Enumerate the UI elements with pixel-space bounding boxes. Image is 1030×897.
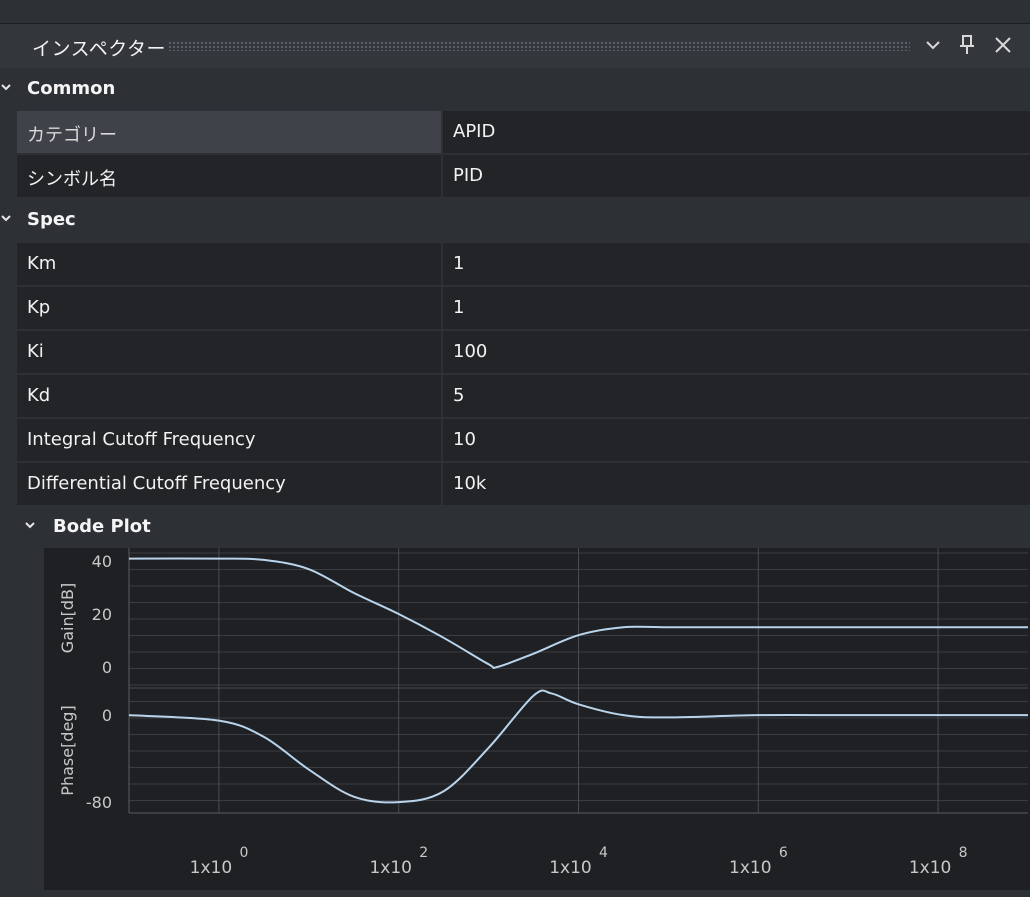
property-value-cell[interactable]: 10k bbox=[443, 463, 1030, 505]
y-tick-label: -80 bbox=[86, 793, 112, 812]
x-tick-label: 1x10 bbox=[909, 858, 952, 878]
x-tick-exponent: 0 bbox=[239, 845, 248, 861]
bode-plot-svg: 40 20 0 Gain[dB] 0 -80 Phase[deg] 1x10 0 1x10 2 1x1… bbox=[58, 548, 1028, 878]
property-key: Kp bbox=[27, 297, 51, 318]
section-bode-plot-label: Bode Plot bbox=[53, 516, 151, 537]
property-value-cell[interactable]: APID bbox=[443, 111, 1030, 153]
chevron-down-icon[interactable] bbox=[0, 80, 14, 96]
property-value-cell[interactable]: PID bbox=[443, 155, 1030, 197]
section-spec-label: Spec bbox=[27, 209, 76, 230]
property-key: Ki bbox=[27, 341, 44, 362]
section-spec[interactable]: Spec bbox=[0, 199, 1030, 242]
section-common[interactable]: Common bbox=[0, 68, 1030, 111]
chevron-down-icon[interactable] bbox=[0, 211, 14, 227]
property-value-cell[interactable]: 1 bbox=[443, 287, 1030, 329]
property-row[interactable]: Km 1 bbox=[17, 243, 1030, 286]
property-row[interactable]: Integral Cutoff Frequency 10 bbox=[17, 419, 1030, 462]
property-value-cell[interactable]: 10 bbox=[443, 419, 1030, 461]
panel-title: インスペクター bbox=[32, 38, 167, 60]
section-common-label: Common bbox=[27, 78, 116, 99]
x-tick-exponent: 4 bbox=[599, 845, 608, 861]
y-axis-label: Gain[dB] bbox=[58, 583, 77, 653]
property-key-cell[interactable]: Kd bbox=[17, 375, 441, 417]
x-tick-label: 1x10 bbox=[369, 858, 412, 878]
section-bode-plot[interactable]: Bode Plot bbox=[0, 506, 1030, 549]
x-tick-exponent: 6 bbox=[779, 845, 788, 861]
property-key-cell[interactable]: Km bbox=[17, 243, 441, 285]
property-key-cell[interactable]: Ki bbox=[17, 331, 441, 373]
property-value: PID bbox=[453, 165, 484, 186]
property-value: 10k bbox=[453, 473, 487, 494]
x-tick-exponent: 8 bbox=[959, 845, 968, 861]
property-value-cell[interactable]: 5 bbox=[443, 375, 1030, 417]
property-row[interactable]: Kd 5 bbox=[17, 375, 1030, 418]
property-key: Differential Cutoff Frequency bbox=[27, 473, 286, 494]
y-tick-label: 40 bbox=[92, 552, 112, 571]
title-drag-grip[interactable] bbox=[168, 41, 910, 51]
property-row[interactable]: Kp 1 bbox=[17, 287, 1030, 330]
chevron-down-icon[interactable] bbox=[24, 518, 38, 534]
property-key-cell[interactable]: Differential Cutoff Frequency bbox=[17, 463, 441, 505]
property-row[interactable]: Ki 100 bbox=[17, 331, 1030, 374]
y-axis-label: Phase[deg] bbox=[58, 705, 77, 795]
property-value: 1 bbox=[453, 297, 465, 318]
x-tick-exponent: 2 bbox=[419, 845, 428, 861]
property-row[interactable]: シンボル名 PID bbox=[17, 155, 1030, 198]
property-row[interactable]: Differential Cutoff Frequency 10k bbox=[17, 463, 1030, 506]
property-key-cell[interactable]: Integral Cutoff Frequency bbox=[17, 419, 441, 461]
property-key-cell[interactable]: シンボル名 bbox=[17, 155, 441, 197]
property-value: 100 bbox=[453, 341, 488, 362]
property-value: 1 bbox=[453, 253, 465, 274]
property-key: カテゴリー bbox=[27, 125, 117, 146]
property-value: APID bbox=[453, 121, 496, 142]
property-key: Km bbox=[27, 253, 57, 274]
property-value: 10 bbox=[453, 429, 476, 450]
property-key-cell[interactable]: Kp bbox=[17, 287, 441, 329]
y-tick-label: 20 bbox=[92, 605, 112, 624]
property-value: 5 bbox=[453, 385, 465, 406]
y-tick-label: 0 bbox=[102, 658, 112, 677]
x-tick-label: 1x10 bbox=[729, 858, 772, 878]
bode-plot: 40 20 0 Gain[dB] 0 -80 Phase[deg] 1x10 0 1x10 2 1x1… bbox=[44, 548, 1030, 890]
window-top-strip bbox=[0, 0, 1030, 24]
property-key-cell[interactable]: カテゴリー bbox=[17, 111, 441, 153]
chevron-down-icon[interactable] bbox=[922, 34, 944, 56]
property-key: Integral Cutoff Frequency bbox=[27, 429, 256, 450]
property-value-cell[interactable]: 1 bbox=[443, 243, 1030, 285]
close-icon[interactable] bbox=[992, 34, 1014, 56]
x-tick-label: 1x10 bbox=[549, 858, 592, 878]
pin-icon[interactable] bbox=[956, 34, 978, 56]
property-row[interactable]: カテゴリー APID bbox=[17, 111, 1030, 154]
property-key: Kd bbox=[27, 385, 51, 406]
property-key: シンボル名 bbox=[27, 169, 117, 190]
x-tick-label: 1x10 bbox=[190, 858, 233, 878]
y-tick-label: 0 bbox=[102, 706, 112, 725]
property-value-cell[interactable]: 100 bbox=[443, 331, 1030, 373]
